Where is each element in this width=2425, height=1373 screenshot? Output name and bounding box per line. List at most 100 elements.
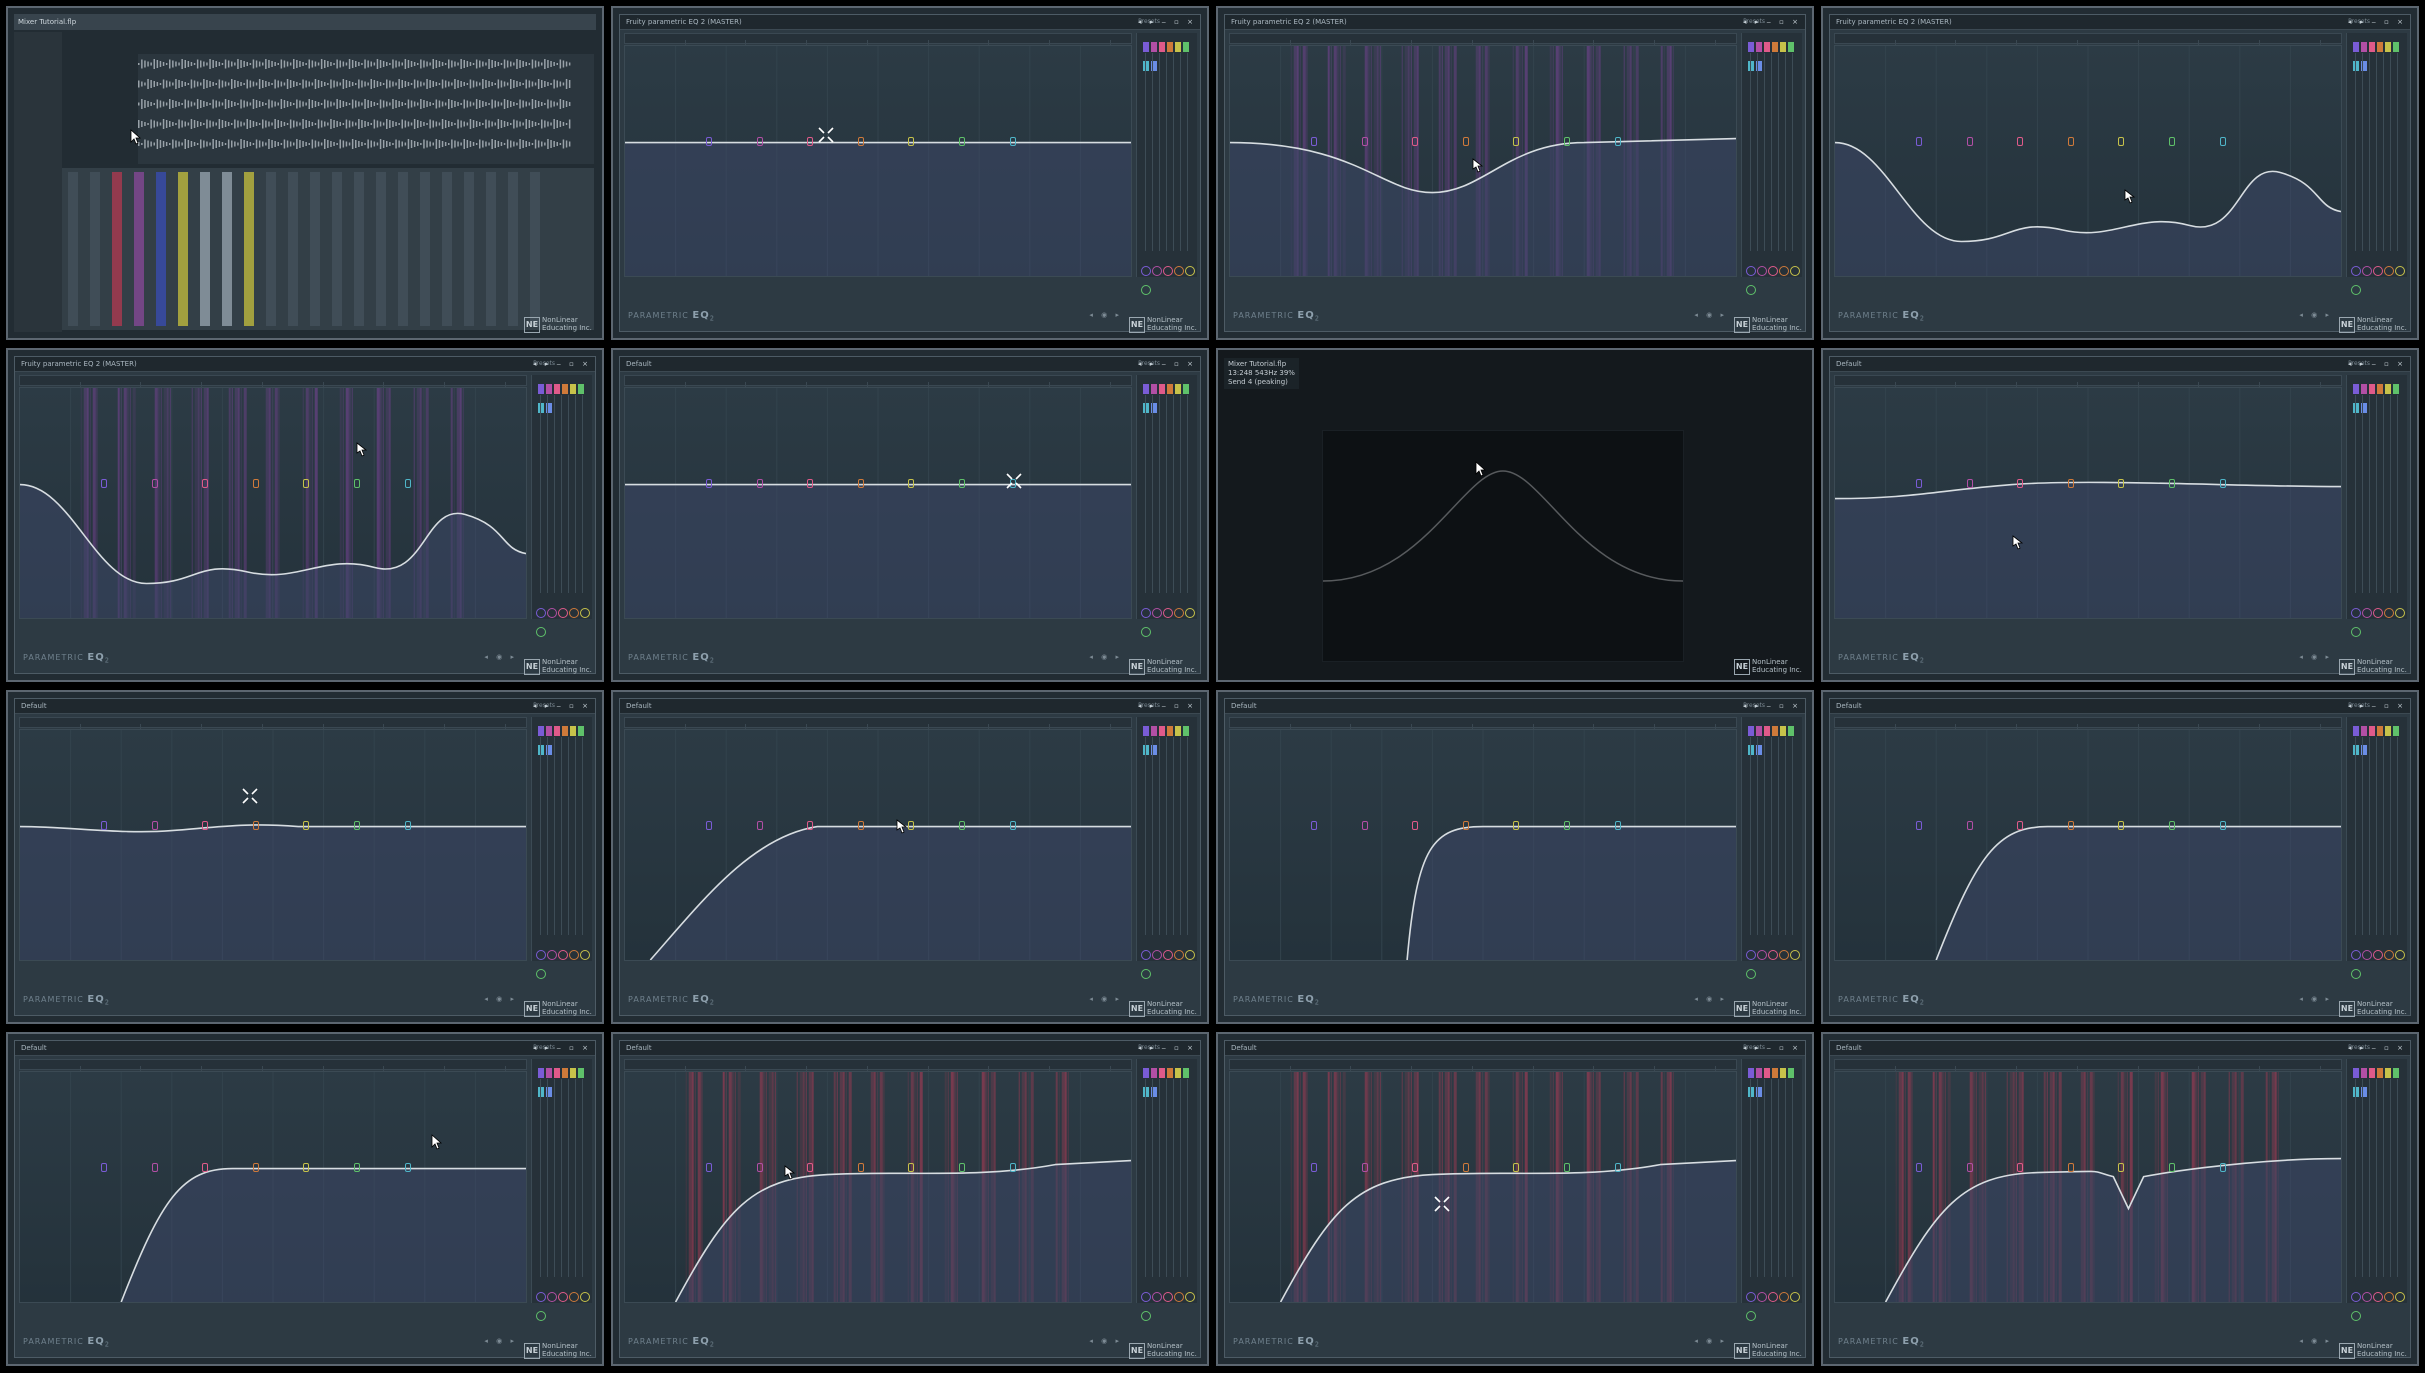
level-fader-track[interactable]: [1771, 737, 1772, 935]
band-swatch[interactable]: [554, 384, 560, 394]
thumbnail-1[interactable]: Mixer Tutorial.flp NE NonLinear Educating I…: [6, 6, 604, 340]
band-swatch[interactable]: [2361, 726, 2367, 736]
band-handle[interactable]: [1361, 1162, 1368, 1172]
band-swatch[interactable]: [2385, 726, 2391, 736]
band-handle[interactable]: [807, 136, 814, 146]
band-swatch[interactable]: [2393, 384, 2399, 394]
band-handle[interactable]: [2017, 478, 2024, 488]
band-handle[interactable]: [353, 820, 360, 830]
band-handle[interactable]: [2118, 478, 2125, 488]
band-knob[interactable]: [1141, 285, 1151, 295]
band-swatch[interactable]: [2385, 384, 2391, 394]
level-fader-track[interactable]: [2383, 737, 2384, 935]
level-fader-track[interactable]: [1152, 395, 1153, 593]
level-fader-track[interactable]: [2369, 395, 2370, 593]
band-handle[interactable]: [1412, 820, 1419, 830]
thumbnail-15[interactable]: Default Presets ◂ ▸ ‒ ▫ × PARAMETRIC EQ2 ◂ ◉…: [1216, 1032, 1814, 1366]
eq-display[interactable]: [19, 387, 527, 619]
level-fader-track[interactable]: [1792, 53, 1793, 251]
level-fader-track[interactable]: [2397, 395, 2398, 593]
level-fader-track[interactable]: [1785, 1079, 1786, 1277]
band-knob[interactable]: [1746, 285, 1756, 295]
band-swatch[interactable]: [1764, 1068, 1770, 1078]
eq-transport-buttons[interactable]: ◂ ◉ ▸: [1089, 995, 1122, 1003]
band-handle[interactable]: [2017, 136, 2024, 146]
eq-display[interactable]: [1834, 729, 2342, 961]
mixer-channel-strip[interactable]: [222, 172, 232, 326]
eq-display[interactable]: [1834, 1071, 2342, 1303]
band-handle[interactable]: [100, 820, 107, 830]
eq-display[interactable]: [1834, 45, 2342, 277]
band-handle[interactable]: [1462, 136, 1469, 146]
level-fader-track[interactable]: [547, 395, 548, 593]
band-handle[interactable]: [303, 478, 310, 488]
band-knob[interactable]: [2351, 1292, 2361, 1302]
band-handle[interactable]: [756, 478, 763, 488]
band-knob[interactable]: [2351, 627, 2361, 637]
band-knob[interactable]: [569, 1292, 579, 1302]
band-swatch[interactable]: [1748, 726, 1754, 736]
band-knob[interactable]: [1141, 1311, 1151, 1321]
level-fader-track[interactable]: [1166, 737, 1167, 935]
band-swatch[interactable]: [1167, 1068, 1173, 1078]
level-fader-track[interactable]: [2390, 1079, 2391, 1277]
band-knob[interactable]: [2351, 266, 2361, 276]
level-fader-track[interactable]: [1180, 395, 1181, 593]
level-fader-track[interactable]: [2355, 53, 2356, 251]
level-fader-track[interactable]: [1180, 53, 1181, 251]
thumbnail-3[interactable]: Fruity parametric EQ 2 (MASTER) Presets ◂ …: [1216, 6, 1814, 340]
band-handle[interactable]: [1563, 136, 1570, 146]
band-swatch[interactable]: [562, 726, 568, 736]
level-fader-track[interactable]: [1785, 737, 1786, 935]
band-knob[interactable]: [2384, 950, 2394, 960]
level-fader-track[interactable]: [1152, 1079, 1153, 1277]
band-handle[interactable]: [958, 1162, 965, 1172]
band-handle[interactable]: [1009, 136, 1016, 146]
band-knob[interactable]: [1163, 608, 1173, 618]
band-handle[interactable]: [2017, 820, 2024, 830]
band-handle[interactable]: [1513, 1162, 1520, 1172]
band-knob[interactable]: [2395, 608, 2405, 618]
eq-graph[interactable]: [1835, 1072, 2341, 1302]
level-fader-track[interactable]: [1750, 1079, 1751, 1277]
band-handle[interactable]: [404, 1162, 411, 1172]
band-knob[interactable]: [580, 1292, 590, 1302]
level-fader-track[interactable]: [1771, 1079, 1772, 1277]
band-swatch[interactable]: [1151, 42, 1157, 52]
band-swatch[interactable]: [1780, 1068, 1786, 1078]
eq-display[interactable]: [1229, 729, 1737, 961]
eq-graph[interactable]: [1835, 730, 2341, 960]
level-fader-track[interactable]: [1152, 737, 1153, 935]
level-fader-track[interactable]: [540, 737, 541, 935]
band-knob[interactable]: [1185, 950, 1195, 960]
level-fader-track[interactable]: [1187, 53, 1188, 251]
level-fader-track[interactable]: [2355, 1079, 2356, 1277]
band-handle[interactable]: [1915, 820, 1922, 830]
eq-transport-buttons[interactable]: ◂ ◉ ▸: [1694, 311, 1727, 319]
band-knob[interactable]: [1174, 608, 1184, 618]
window-controls[interactable]: ◂ ▸ ‒ ▫ ×: [1138, 15, 1196, 29]
thumbnail-10[interactable]: Default Presets ◂ ▸ ‒ ▫ × PARAMETRIC EQ2 ◂ ◉…: [611, 690, 1209, 1024]
level-fader-track[interactable]: [1145, 395, 1146, 593]
band-knob[interactable]: [2384, 1292, 2394, 1302]
mixer-channel-strip[interactable]: [530, 172, 540, 326]
band-swatch[interactable]: [578, 726, 584, 736]
band-swatch[interactable]: [1167, 42, 1173, 52]
eq-display[interactable]: [19, 729, 527, 961]
band-handle[interactable]: [303, 1162, 310, 1172]
level-fader-track[interactable]: [1159, 53, 1160, 251]
level-fader-track[interactable]: [1173, 395, 1174, 593]
level-fader-track[interactable]: [582, 737, 583, 935]
level-fader-track[interactable]: [561, 1079, 562, 1277]
window-controls[interactable]: ◂ ▸ ‒ ▫ ×: [1743, 1041, 1801, 1055]
eq-transport-buttons[interactable]: ◂ ◉ ▸: [484, 995, 517, 1003]
band-swatch[interactable]: [538, 726, 544, 736]
band-knob[interactable]: [569, 608, 579, 618]
level-fader-track[interactable]: [582, 1079, 583, 1277]
band-swatch[interactable]: [2393, 1068, 2399, 1078]
level-fader-track[interactable]: [2397, 1079, 2398, 1277]
level-fader-track[interactable]: [2390, 53, 2391, 251]
band-swatch[interactable]: [2361, 42, 2367, 52]
band-handle[interactable]: [2067, 820, 2074, 830]
band-handle[interactable]: [252, 1162, 259, 1172]
